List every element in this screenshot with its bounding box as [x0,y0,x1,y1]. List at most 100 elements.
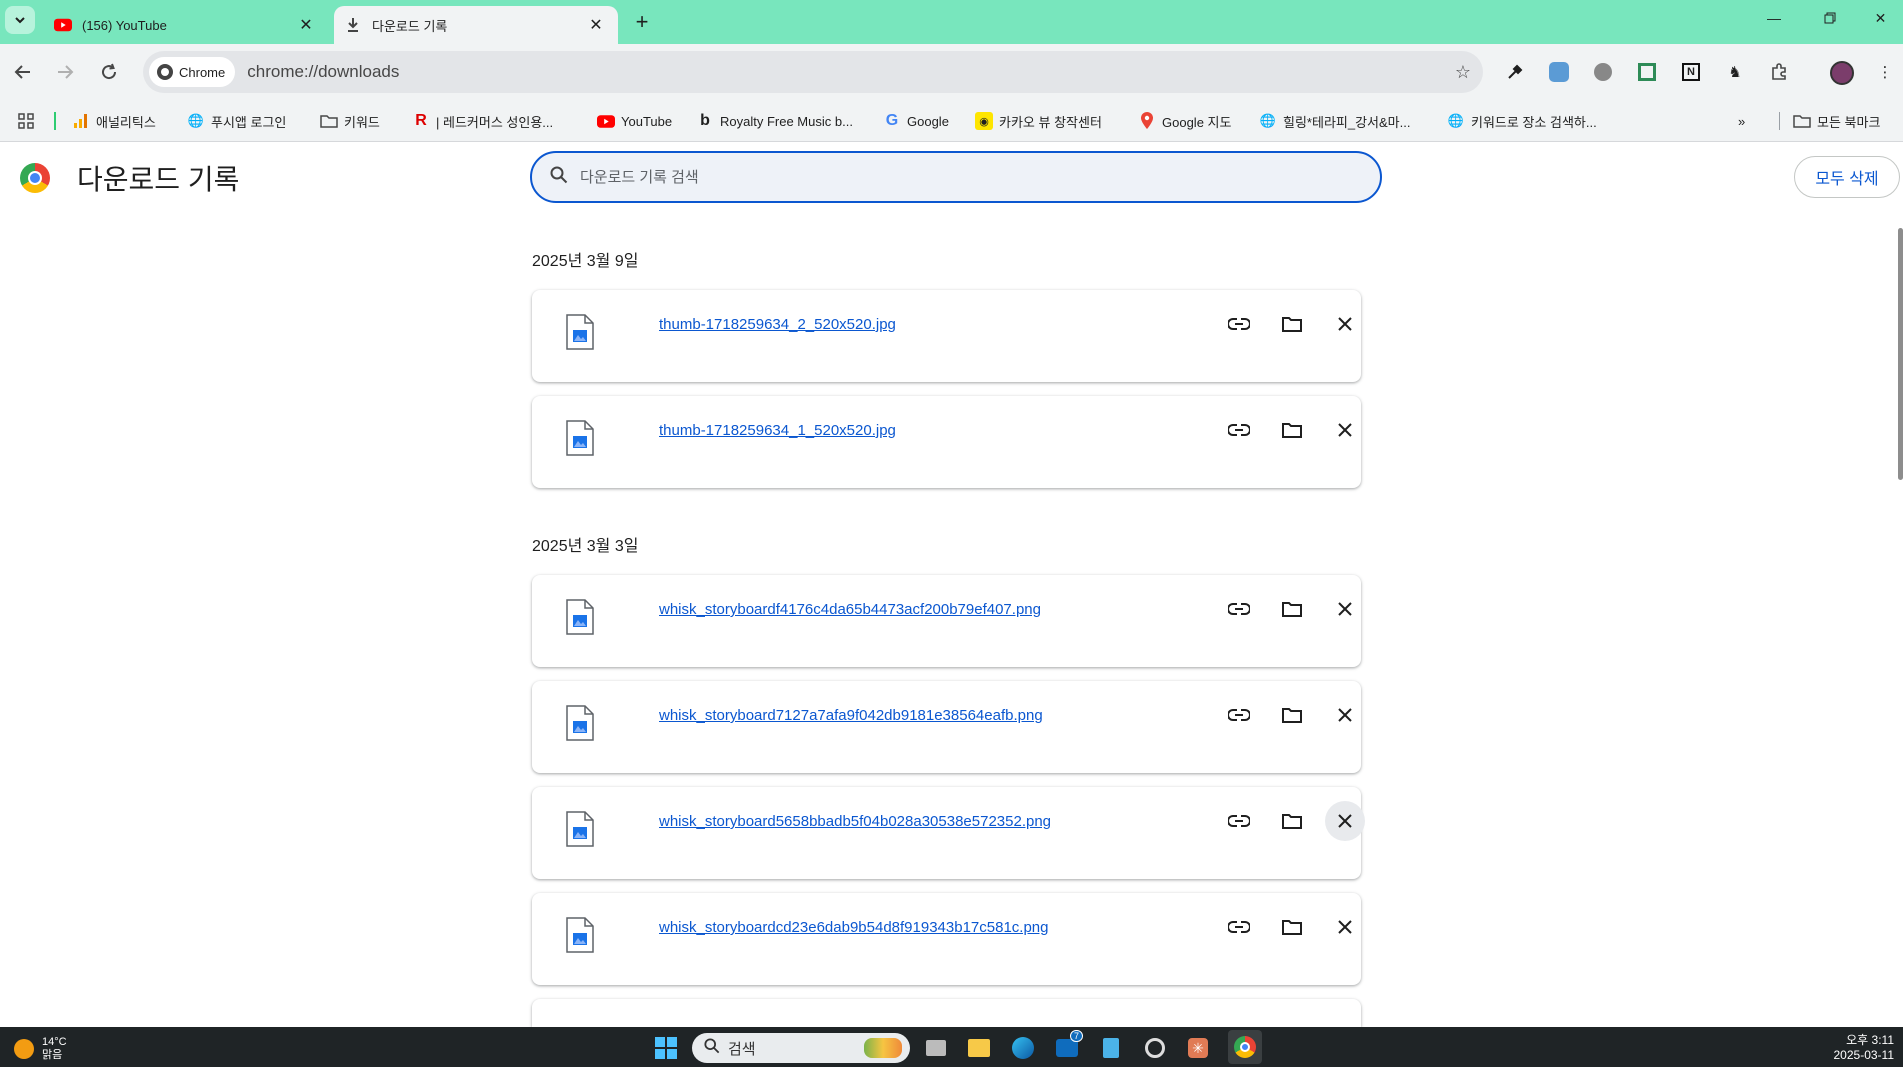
bookmark-label: | 레드커머스 성인용... [436,114,554,130]
file-name-link[interactable]: thumb-1718259634_2_520x520.jpg [659,316,896,333]
close-window-button[interactable]: ✕ [1858,0,1903,36]
folder-icon [1282,920,1302,935]
downloads-header: 다운로드 기록 모두 삭제 [0,142,1903,210]
close-tab-icon[interactable]: ✕ [584,13,608,37]
bookmark-item[interactable]: 애널리틱스 [72,110,156,132]
copy-link-button[interactable] [1219,801,1259,841]
image-file-icon [566,599,594,635]
youtube-icon [54,16,72,34]
bookmark-item[interactable]: 🌐 키워드로 장소 검색하... [1447,110,1597,132]
taskbar: 14°C 맑음 검색 7 ✳ 오후 3:11 2025-03-11 [0,1027,1903,1067]
eyedropper-extension-icon[interactable] [1502,59,1528,85]
download-item: whisk_storyboardf4176c4da65b4473acf200b7… [532,575,1361,667]
qr-extension-icon[interactable] [1634,59,1660,85]
bookmark-item[interactable]: ◉ 카카오 뷰 창작센터 [975,110,1102,132]
apps-grid-icon[interactable] [17,110,35,132]
remove-item-button[interactable] [1325,304,1365,344]
new-tab-button[interactable]: + [628,8,656,36]
date-header: 2025년 3월 9일 [532,253,639,270]
address-bar[interactable]: Chrome chrome://downloads ☆ [143,51,1483,93]
bookmark-item[interactable]: R | 레드커머스 성인용... [412,110,553,132]
task-view-icon[interactable] [922,1034,950,1062]
downloads-search[interactable] [530,151,1382,203]
remove-item-button[interactable] [1325,907,1365,947]
search-input[interactable] [580,168,1340,186]
claude-icon[interactable]: ✳ [1184,1034,1212,1062]
more-bookmarks-chevron-icon[interactable]: » [1738,110,1745,132]
bookmark-divider [54,112,56,130]
mail-icon[interactable]: 7 [1053,1030,1083,1062]
taskbar-search[interactable]: 검색 [692,1033,910,1063]
remove-item-button[interactable] [1325,589,1365,629]
puzzle-extensions-icon[interactable] [1766,59,1792,85]
clear-all-button[interactable]: 모두 삭제 [1794,156,1900,198]
url-text[interactable]: chrome://downloads [247,62,1443,82]
show-in-folder-button[interactable] [1272,304,1312,344]
show-in-folder-button[interactable] [1272,589,1312,629]
show-in-folder-button[interactable] [1272,907,1312,947]
file-explorer-icon[interactable] [965,1034,993,1062]
back-button[interactable] [7,56,39,88]
copy-link-button[interactable] [1219,304,1259,344]
folder-icon [320,112,338,130]
bookmark-item[interactable]: 🌐 푸시앱 로그인 [187,110,286,132]
file-name-link[interactable]: whisk_storyboard5658bbadb5f04b028a30538e… [659,813,1051,830]
chip-label: Chrome [179,64,226,80]
bookmark-item[interactable]: YouTube [597,110,672,132]
tab-downloads[interactable]: 다운로드 기록 ✕ [334,6,618,44]
forward-button[interactable] [49,56,81,88]
r-logo-icon: R [415,112,427,129]
bookmark-item[interactable]: b Royalty Free Music b... [696,110,853,132]
weather-widget[interactable]: 14°C 맑음 [14,1036,67,1062]
copy-link-button[interactable] [1219,589,1259,629]
file-name-link[interactable]: thumb-1718259634_1_520x520.jpg [659,422,896,439]
horse-extension-icon[interactable]: ♞ [1722,59,1748,85]
translate-extension-icon[interactable] [1546,59,1572,85]
bookmark-label: 푸시앱 로그인 [211,114,287,130]
chrome-taskbar-icon[interactable] [1228,1030,1262,1064]
notion-extension-icon[interactable]: N [1678,59,1704,85]
file-name-link[interactable]: whisk_storyboard7127a7afa9f042db9181e385… [659,707,1043,724]
taskbar-search-label: 검색 [728,1040,756,1058]
close-icon [1338,317,1352,331]
bookmark-star-icon[interactable]: ☆ [1443,62,1483,83]
tab-youtube[interactable]: (156) YouTube ✕ [44,6,328,44]
clock-time: 오후 3:11 [1846,1033,1894,1047]
notepad-icon[interactable] [1097,1034,1125,1062]
close-tab-icon[interactable]: ✕ [294,13,318,37]
all-bookmarks-folder[interactable]: 모든 북마크 [1793,110,1880,132]
remove-item-button[interactable] [1325,695,1365,735]
kebab-menu-icon[interactable]: ⋮ [1872,59,1898,85]
close-icon [1338,708,1352,722]
tab-search-button[interactable] [5,6,35,34]
edge-icon[interactable] [1009,1034,1037,1062]
minimize-button[interactable]: — [1746,0,1802,36]
reload-button[interactable] [93,56,125,88]
remove-item-button[interactable] [1325,801,1365,841]
copy-link-button[interactable] [1219,695,1259,735]
close-icon [1338,423,1352,437]
site-info-chip[interactable]: Chrome [149,57,236,87]
bookmark-label: Google 지도 [1162,114,1232,130]
scrollbar-thumb[interactable] [1898,228,1903,480]
show-in-folder-button[interactable] [1272,695,1312,735]
download-item: whisk_storyboard5658bbadb5f04b028a30538e… [532,787,1365,879]
copy-link-button[interactable] [1219,410,1259,450]
remove-item-button[interactable] [1325,410,1365,450]
obs-icon[interactable] [1141,1034,1169,1062]
bookmark-item[interactable]: 🌐 힐링*테라피_강서&마... [1259,110,1411,132]
system-clock[interactable]: 오후 3:11 2025-03-11 [1820,1033,1895,1063]
copy-link-button[interactable] [1219,907,1259,947]
show-in-folder-button[interactable] [1272,801,1312,841]
arrow-left-icon [14,65,30,79]
bookmark-item[interactable]: Google 지도 [1138,110,1231,132]
bookmark-item[interactable]: 키워드 [320,110,380,132]
restore-button[interactable] [1802,0,1858,36]
ghost-extension-icon[interactable] [1590,59,1616,85]
bookmark-item[interactable]: G Google [883,110,949,132]
windows-start-icon[interactable] [652,1034,680,1062]
file-name-link[interactable]: whisk_storyboardcd23e6dab9b54d8f919343b1… [659,919,1048,936]
show-in-folder-button[interactable] [1272,410,1312,450]
profile-avatar[interactable] [1830,61,1854,85]
file-name-link[interactable]: whisk_storyboardf4176c4da65b4473acf200b7… [659,601,1041,618]
